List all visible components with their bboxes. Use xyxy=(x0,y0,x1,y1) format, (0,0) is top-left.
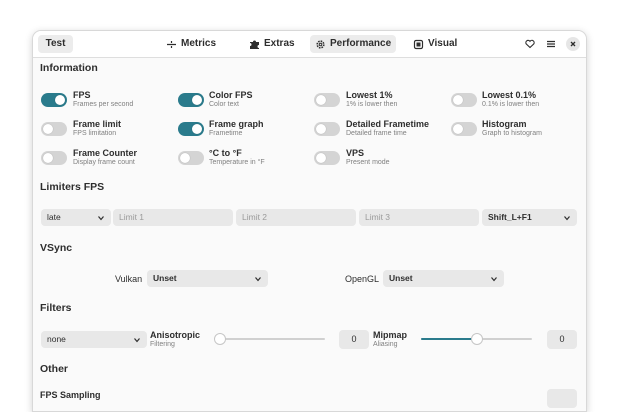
vsync-title: VSync xyxy=(40,242,73,254)
limit-3-input[interactable]: Limit 3 xyxy=(359,209,479,226)
chevron-down-icon xyxy=(255,277,261,282)
limiter-hotkey-value: Shift_L+F1 xyxy=(488,212,532,222)
vps-subtitle: Present mode xyxy=(346,159,390,166)
lowest-1-switch[interactable] xyxy=(314,93,340,107)
limiter-mode-dropdown[interactable]: late xyxy=(41,209,111,226)
gear-icon xyxy=(316,39,325,49)
anisotropic-slider[interactable] xyxy=(214,333,325,345)
vps-switch[interactable] xyxy=(314,151,340,165)
frame-counter-switch[interactable] xyxy=(41,151,67,165)
limit-2-input[interactable]: Limit 2 xyxy=(236,209,356,226)
color-fps-subtitle: Color text xyxy=(209,101,239,108)
favorite-button[interactable] xyxy=(523,37,537,51)
vps-title: VPS xyxy=(346,148,365,158)
opengl-vsync-dropdown[interactable]: Unset xyxy=(383,270,504,287)
fps-subtitle: Frames per second xyxy=(73,101,134,108)
opengl-label: OpenGL xyxy=(345,274,380,284)
celsius-fahrenheit-switch[interactable] xyxy=(178,151,204,165)
filter-dropdown[interactable]: none xyxy=(41,331,147,348)
filters-title: Filters xyxy=(40,302,72,314)
chevron-down-icon xyxy=(491,277,497,282)
limit-1-input[interactable]: Limit 1 xyxy=(113,209,233,226)
mipmap-slider-fill xyxy=(421,338,477,340)
vulkan-vsync-value: Unset xyxy=(153,273,177,283)
anisotropic-title: Anisotropic xyxy=(150,330,201,340)
tab-metrics-label: Metrics xyxy=(181,38,217,49)
anisotropic-subtitle: Filtering xyxy=(150,341,175,348)
frame-counter-title: Frame Counter xyxy=(73,148,138,158)
tab-extras-label: Extras xyxy=(264,38,295,49)
palette-icon xyxy=(413,39,424,49)
test-button[interactable]: Test xyxy=(38,35,73,53)
metrics-icon xyxy=(167,40,176,48)
mipmap-value-input[interactable]: 0 xyxy=(547,330,577,349)
chevron-down-icon xyxy=(134,338,140,343)
menu-icon xyxy=(547,40,555,48)
frame-graph-subtitle: Frametime xyxy=(209,130,243,137)
vulkan-label: Vulkan xyxy=(115,274,143,284)
anisotropic-slider-handle[interactable] xyxy=(214,333,226,345)
puzzle-icon xyxy=(250,40,259,49)
limiters-title: Limiters FPS xyxy=(40,181,105,193)
frame-graph-title: Frame graph xyxy=(209,119,264,129)
frame-counter-subtitle: Display frame count xyxy=(73,159,135,166)
tab-visual-label: Visual xyxy=(428,38,458,49)
filter-value: none xyxy=(47,334,66,344)
fps-sampling-label: FPS Sampling xyxy=(40,390,101,400)
vulkan-vsync-dropdown[interactable]: Unset xyxy=(147,270,268,287)
fps-title: FPS xyxy=(73,90,91,100)
celsius-fahrenheit-title: °C to °F xyxy=(209,148,242,158)
mipmap-slider[interactable] xyxy=(421,333,532,345)
mipmap-title: Mipmap xyxy=(373,330,408,340)
lowest-1-subtitle: 1% is lower then xyxy=(346,101,398,108)
heart-icon xyxy=(525,39,535,49)
fps-sampling-input[interactable] xyxy=(547,389,577,408)
detailed-frametime-subtitle: Detailed frame time xyxy=(346,130,407,137)
fps-switch[interactable] xyxy=(41,93,67,107)
tab-performance-label: Performance xyxy=(330,38,392,49)
histogram-switch[interactable] xyxy=(451,122,477,136)
opengl-vsync-value: Unset xyxy=(389,273,413,283)
frame-limit-subtitle: FPS limitation xyxy=(73,130,117,137)
chevron-down-icon xyxy=(564,216,570,221)
limiter-hotkey-dropdown[interactable]: Shift_L+F1 xyxy=(482,209,577,226)
lowest-01-switch[interactable] xyxy=(451,93,477,107)
close-icon xyxy=(570,41,576,47)
tab-performance[interactable]: Performance xyxy=(310,35,397,53)
detailed-frametime-title: Detailed Frametime xyxy=(346,119,430,129)
limiter-mode-value: late xyxy=(47,212,61,222)
histogram-subtitle: Graph to histogram xyxy=(482,130,542,137)
app-window: Test Metrics Extras Performance Visual I… xyxy=(32,30,587,412)
lowest-01-subtitle: 0.1% is lower then xyxy=(482,101,540,108)
tab-extras[interactable]: Extras xyxy=(244,35,300,53)
mipmap-slider-handle[interactable] xyxy=(470,333,483,345)
color-fps-switch[interactable] xyxy=(178,93,204,107)
tab-visual[interactable]: Visual xyxy=(408,35,462,53)
chevron-down-icon xyxy=(98,216,104,221)
detailed-frametime-switch[interactable] xyxy=(314,122,340,136)
frame-limit-switch[interactable] xyxy=(41,122,67,136)
tab-metrics[interactable]: Metrics xyxy=(161,35,221,53)
information-title: Information xyxy=(40,62,98,74)
color-fps-title: Color FPS xyxy=(209,90,253,100)
close-button[interactable] xyxy=(566,37,580,51)
frame-limit-title: Frame limit xyxy=(73,119,122,129)
histogram-title: Histogram xyxy=(482,119,527,129)
mipmap-subtitle: Aliasing xyxy=(373,341,398,348)
lowest-01-title: Lowest 0.1% xyxy=(482,90,537,100)
header-bar: Test Metrics Extras Performance Visual xyxy=(33,31,586,58)
anisotropic-value-input[interactable]: 0 xyxy=(339,330,369,349)
other-title: Other xyxy=(40,363,69,375)
celsius-fahrenheit-subtitle: Temperature in °F xyxy=(209,159,265,166)
lowest-1-title: Lowest 1% xyxy=(346,90,393,100)
frame-graph-switch[interactable] xyxy=(178,122,204,136)
menu-button[interactable] xyxy=(544,37,558,51)
